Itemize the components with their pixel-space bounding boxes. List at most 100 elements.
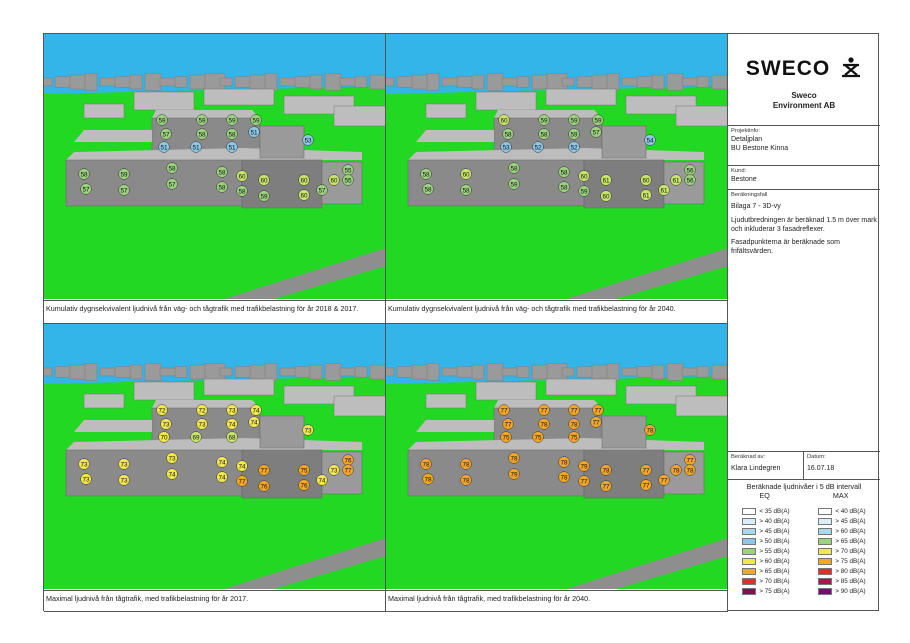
legend-label: > 60 dB(A) (835, 527, 866, 535)
legend-swatch (742, 567, 757, 575)
facade-point-badge: 78 (420, 458, 432, 470)
scene-3d-max-2040: 77 77 77 77 77 78 78 77 75 75 75 78 78 78 78 78 79 78 77 78… (386, 324, 727, 589)
distant-building (516, 366, 530, 378)
legend-label: > 65 dB(A) (835, 537, 866, 545)
facade-point-badge: 59 (250, 114, 262, 126)
facade-point-badge: 58 (502, 128, 514, 140)
distant-building (486, 73, 504, 91)
facade-point-badge: 60 (328, 174, 340, 186)
facade-point-label: 57 (168, 181, 176, 188)
facade-point-label: 59 (228, 117, 236, 124)
facade-point-label: 58 (560, 169, 568, 176)
distant-building (219, 77, 233, 87)
facade-point-label: 77 (540, 407, 548, 414)
legend-label: > 80 dB(A) (835, 567, 866, 575)
distant-building (576, 76, 594, 88)
facade-point-badge: 78 (644, 424, 656, 436)
distant-building (561, 367, 575, 377)
facade-point-badge: 56 (684, 174, 696, 186)
facade-point-label: 77 (594, 407, 602, 414)
facade-point-label: 58 (168, 165, 176, 172)
company-header: SWECO Sweco Environment AB (728, 34, 880, 126)
facade-point-badge: 79 (578, 460, 590, 472)
facade-point-label: 73 (228, 407, 236, 414)
legend-label: < 35 dB(A) (759, 507, 790, 515)
facade-point-badge: 58 (216, 181, 228, 193)
facade-point-label: 77 (642, 467, 650, 474)
legend-swatch (742, 577, 757, 585)
distant-building (486, 363, 504, 381)
facade-point-label: 78 (424, 476, 432, 483)
panel-eq-2018: 59 59 59 59 57 58 58 51 51 51 51 53 58 59 58 58 60 60 60 60… (44, 34, 386, 324)
facade-point-badge: 74 (166, 468, 178, 480)
distant-building (666, 73, 684, 91)
facade-note: Fasadpunkterna är beräknade som frifälts… (731, 239, 840, 255)
facade-point-badge: 52 (568, 141, 580, 153)
facade-point-label: 59 (540, 117, 548, 124)
legend-label: > 45 dB(A) (835, 517, 866, 525)
facade-point-label: 68 (228, 434, 236, 441)
facade-point-label: 78 (540, 421, 548, 428)
facade-point-badge: 60 (498, 114, 510, 126)
facade-point-label: 59 (260, 193, 268, 200)
distant-building (144, 73, 162, 91)
facade-point-label: 58 (218, 169, 226, 176)
distant-building (369, 74, 385, 90)
facade-point-badge: 61 (658, 184, 670, 196)
facade-point-label: 60 (330, 177, 338, 184)
facade-point-badge: 78 (558, 456, 570, 468)
calculation-note: Ljudutbredningen är beräknad 1.5 m över … (731, 217, 877, 233)
facade-point-badge: 72 (156, 404, 168, 416)
mid-building (675, 105, 727, 127)
legend-swatch (818, 517, 833, 525)
facade-point-label: 55 (344, 177, 352, 184)
legend-label: > 55 dB(A) (759, 547, 790, 555)
distant-building (324, 363, 342, 381)
facade-point-label: 78 (560, 459, 568, 466)
legend-item: < 40 dB(A) (818, 506, 866, 516)
facade-point-badge: 51 (158, 141, 170, 153)
distant-building (576, 366, 594, 378)
facade-point-badge: 74 (250, 404, 262, 416)
legend-item: < 35 dB(A) (742, 506, 790, 516)
facade-point-badge: 61 (600, 174, 612, 186)
facade-point-badge: 51 (248, 126, 260, 138)
building-roof (74, 420, 152, 432)
facade-point-label: 60 (602, 193, 610, 200)
mid-building (133, 91, 195, 111)
building-front-block (407, 449, 585, 497)
legend-item: > 90 dB(A) (818, 586, 866, 596)
distant-building (696, 366, 710, 378)
facade-point-badge: 77 (640, 464, 652, 476)
facade-point-badge: 69 (190, 431, 202, 443)
legend-swatch (742, 587, 757, 595)
distant-building (369, 364, 385, 380)
facade-point-badge: 74 (216, 456, 228, 468)
panel-max-2040: 77 77 77 77 77 78 78 77 75 75 75 78 78 78 78 78 79 78 77 78… (386, 324, 728, 612)
distant-building (621, 367, 639, 377)
facade-point-badge: 78 (508, 452, 520, 464)
building-side-block (663, 451, 705, 495)
facade-point-label: 58 (238, 188, 246, 195)
legend-item: > 60 dB(A) (742, 556, 790, 566)
legend-title: Beräknade ljudnivåer i 5 dB intervall EQ… (746, 482, 862, 500)
facade-point-label: 77 (592, 419, 600, 426)
facade-point-badge: 74 (216, 471, 228, 483)
building-side-block (259, 125, 305, 159)
distant-building (354, 76, 368, 88)
drawing-sheet: 59 59 59 59 57 58 58 51 51 51 51 53 58 59 58 58 60 60 60 60… (43, 33, 880, 612)
panel-caption: Kumulativ dygnsekvivalent ljudnivå från … (386, 300, 727, 323)
facade-point-badge: 74 (226, 418, 238, 430)
facade-point-badge: 57 (166, 178, 178, 190)
facade-point-badge: 78 (568, 418, 580, 430)
facade-point-badge: 73 (118, 474, 130, 486)
legend-label: > 85 dB(A) (835, 577, 866, 585)
distant-building (696, 76, 710, 88)
facade-point-label: 70 (160, 434, 168, 441)
legend-swatch (818, 577, 833, 585)
facade-point-label: 55 (344, 167, 352, 174)
facade-point-label: 78 (422, 461, 430, 468)
facade-point-badge: 58 (558, 181, 570, 193)
calculated-by: Beräknad av: Klara Lindegren (728, 452, 804, 480)
facade-point-badge: 59 (258, 190, 270, 202)
